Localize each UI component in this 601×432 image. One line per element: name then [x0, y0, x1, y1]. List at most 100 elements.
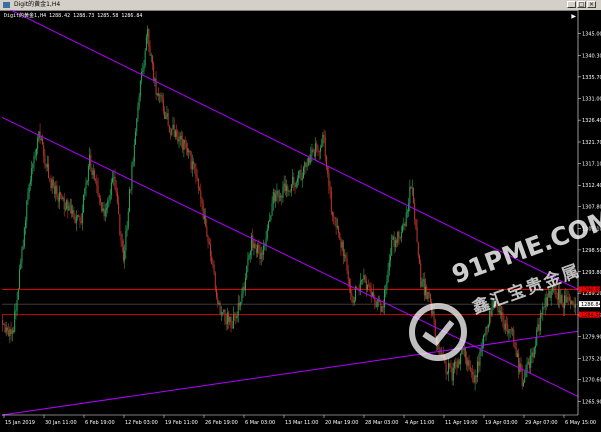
candle-body [365, 280, 367, 290]
candle-body [254, 243, 256, 249]
candle-body [396, 240, 398, 243]
candle-body [203, 215, 205, 219]
candle-body [214, 272, 216, 290]
candle-body [127, 211, 129, 228]
candle-body [278, 196, 280, 198]
maximize-button[interactable]: □ [577, 1, 586, 8]
candle-body [405, 212, 407, 226]
candle-body [275, 194, 277, 202]
time-tick-label: 13 Mar 11:00 [285, 420, 318, 426]
candle-body [143, 65, 145, 71]
candle-body [16, 299, 18, 310]
candle-body [49, 178, 51, 179]
candle-body [183, 139, 185, 150]
price-tick-label: 1279.90 [582, 334, 601, 340]
candle-body [248, 255, 250, 259]
candle-body [206, 226, 208, 237]
candle-body [415, 218, 417, 228]
candle-body [273, 192, 275, 202]
candle-body [260, 253, 262, 260]
candle-body [412, 187, 414, 203]
candle-body [270, 215, 272, 220]
candle-body [263, 245, 265, 255]
candle-body [33, 156, 35, 164]
candle-body [61, 194, 63, 200]
candle-body [224, 309, 226, 322]
time-tick-label: 20 Mar 19:00 [325, 420, 358, 426]
candle-body [359, 280, 361, 291]
candle-body [150, 55, 152, 56]
candle-body [56, 185, 58, 197]
candle-body [392, 236, 394, 241]
candle-body [55, 185, 57, 194]
candle-body [118, 202, 120, 215]
time-tick-label: 6 Mar 03:00 [245, 420, 275, 426]
candle-body [173, 124, 175, 137]
candle-body [130, 189, 132, 191]
candle-body [472, 372, 474, 375]
candle-body [344, 255, 346, 257]
candle-body [371, 292, 373, 297]
candle-body [524, 377, 526, 383]
candle-body [402, 225, 404, 233]
candle-body [141, 72, 143, 81]
candle-body [362, 279, 364, 281]
candle-body [145, 36, 147, 51]
candle-body [72, 210, 74, 214]
candle-body [229, 316, 231, 322]
candle-body [295, 181, 297, 187]
candle-body [249, 251, 251, 256]
candle-body [385, 289, 387, 291]
candle-body [80, 220, 82, 224]
candle-body [235, 315, 237, 319]
candle-body [179, 135, 181, 140]
candle-body [236, 315, 238, 319]
candle-body [292, 176, 294, 185]
candle-body [195, 168, 197, 178]
candle-body [136, 118, 138, 132]
candle-body [312, 149, 314, 152]
candle-body [240, 301, 242, 306]
candle-body [219, 302, 221, 315]
candle-body [177, 136, 179, 142]
candle-body [98, 195, 100, 199]
candle-body [310, 154, 312, 163]
candle-body [208, 241, 210, 245]
candle-body [381, 305, 383, 312]
chart-window-icon [3, 2, 10, 8]
minimize-button[interactable]: _ [567, 1, 576, 8]
candle-body [6, 327, 8, 331]
candle-body [398, 231, 400, 238]
candle-body [339, 232, 341, 240]
time-tick-label: 19 Feb 11:00 [165, 420, 198, 426]
candle-body [185, 143, 187, 149]
candle-body [218, 302, 220, 305]
candle-body [242, 286, 244, 295]
candle-body [294, 185, 296, 187]
candle-body [315, 143, 317, 157]
time-tick-label: 6 May 15:00 [565, 420, 596, 426]
candle-body [168, 125, 170, 133]
candle-body [334, 217, 336, 220]
candle-body [188, 150, 190, 153]
close-button[interactable]: × [587, 1, 596, 8]
candle-body [139, 80, 141, 98]
candle-body [119, 214, 121, 234]
candle-body [81, 212, 83, 224]
candle-body [131, 165, 133, 190]
candle-body [120, 233, 122, 241]
candle-body [316, 143, 318, 150]
candle-body [363, 275, 365, 280]
price-label: 1286.84 [581, 302, 601, 308]
candle-body [231, 327, 233, 329]
candle-body [164, 111, 166, 120]
candle-body [124, 250, 126, 261]
candle-body [205, 215, 207, 227]
autoscroll-arrow-icon[interactable]: ▶ [571, 13, 576, 20]
candle-body [272, 192, 274, 204]
candle-body [157, 93, 159, 97]
candle-body [133, 144, 135, 162]
chart-info-line: Digit的黄金1,H4 1288.42 1288.73 1285.58 128… [4, 13, 143, 19]
candle-body [382, 305, 384, 308]
candle-body [403, 223, 405, 226]
